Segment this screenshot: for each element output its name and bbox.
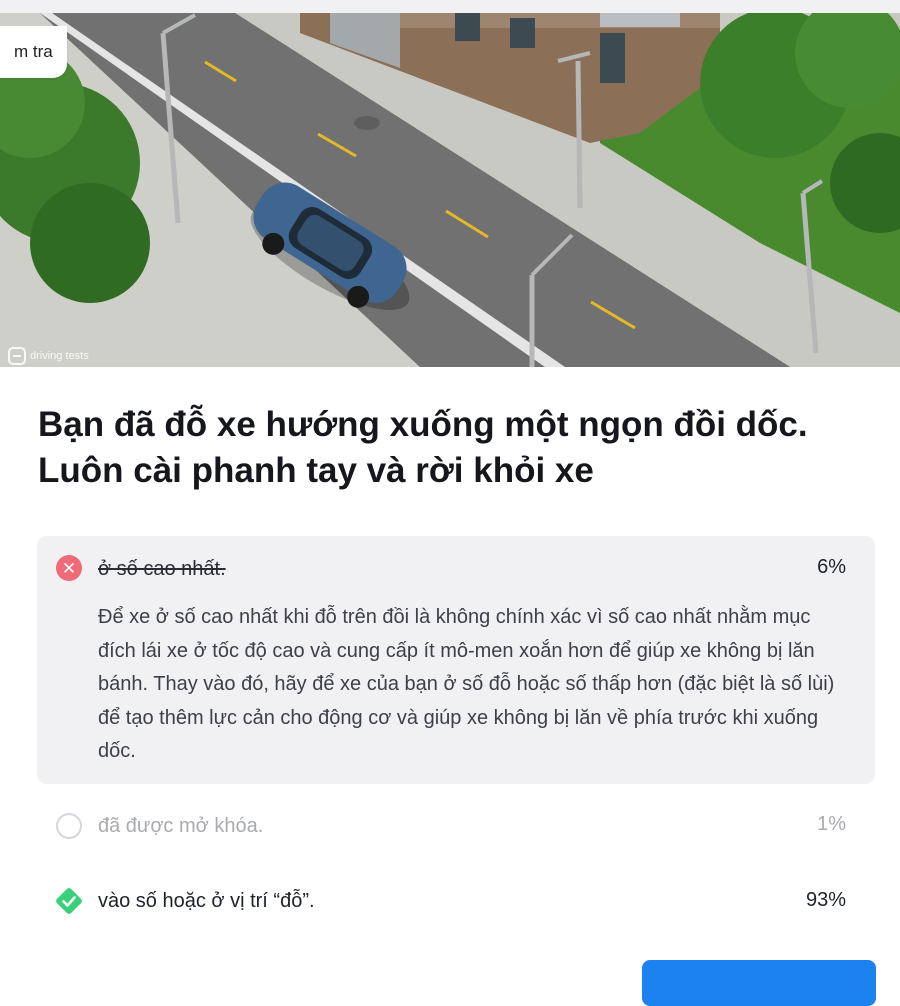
tab-chip-label: m tra: [14, 42, 53, 61]
wrong-x-icon: ✕: [56, 555, 82, 581]
answer-option-1[interactable]: ✕ ở số cao nhất. 6%: [0, 553, 900, 583]
continue-button[interactable]: [642, 960, 876, 1006]
option-3-percent: 93%: [805, 889, 846, 911]
question-illustration: m tra driving tests: [0, 13, 900, 367]
question-line-1: Bạn đã đỗ xe hướng xuống một ngọn đồi dố…: [38, 405, 808, 444]
answer-option-3[interactable]: vào số hoặc ở vị trí “đỗ”. 93%: [0, 886, 900, 916]
radio-circle-icon: [56, 813, 82, 839]
option-2-label: đã được mở khóa.: [98, 815, 264, 837]
correct-check-icon: [56, 888, 82, 914]
logo-icon: [8, 347, 26, 365]
option-1-percent: 6%: [817, 556, 846, 578]
option-1-label: ở số cao nhất.: [98, 558, 226, 580]
watermark-text: driving tests: [30, 350, 89, 362]
question-text: Bạn đã đỗ xe hướng xuống một ngọn đồi dố…: [38, 402, 868, 494]
tab-chip[interactable]: m tra: [0, 26, 67, 78]
answer-option-2[interactable]: đã được mở khóa. 1%: [0, 812, 900, 842]
option-2-percent: 1%: [817, 813, 846, 835]
top-strip: [0, 0, 900, 13]
question-line-2: Luôn cài phanh tay và rời khỏi xe: [38, 451, 594, 490]
option-3-label: vào số hoặc ở vị trí “đỗ”.: [98, 890, 315, 912]
answer-explanation: Để xe ở số cao nhất khi đỗ trên đồi là k…: [98, 606, 835, 762]
watermark-logo: driving tests: [8, 347, 89, 365]
